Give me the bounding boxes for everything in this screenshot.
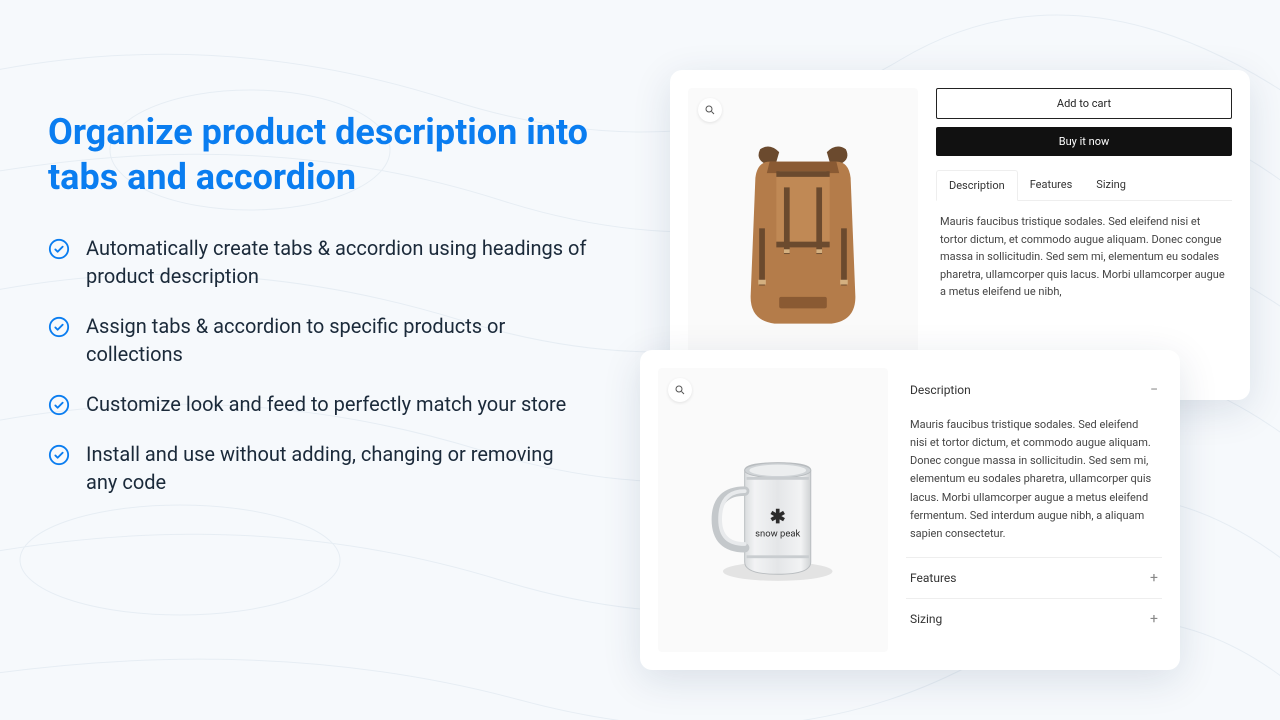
preview-area: Add to cart Buy it now Description Featu… — [630, 70, 1250, 680]
accordion-body-description: Mauris faucibus tristique sodales. Sed e… — [906, 410, 1162, 557]
accordion-title: Features — [910, 571, 956, 585]
feature-list: Automatically create tabs & accordion us… — [48, 234, 588, 496]
svg-text:✱: ✱ — [770, 505, 786, 528]
minus-icon: − — [1150, 382, 1158, 398]
feature-item: Customize look and feed to perfectly mat… — [48, 390, 588, 418]
accordion-head-description[interactable]: Description − — [906, 370, 1162, 410]
check-circle-icon — [48, 316, 70, 338]
product-image-backpack — [688, 88, 918, 382]
check-circle-icon — [48, 394, 70, 416]
tab-sizing[interactable]: Sizing — [1084, 170, 1138, 200]
feature-item: Automatically create tabs & accordion us… — [48, 234, 588, 290]
tab-description[interactable]: Description — [936, 170, 1018, 201]
feature-text: Customize look and feed to perfectly mat… — [86, 390, 566, 418]
check-circle-icon — [48, 444, 70, 466]
mug-illustration: ✱ snow peak — [688, 425, 858, 595]
buy-now-button[interactable]: Buy it now — [936, 127, 1232, 156]
check-circle-icon — [48, 238, 70, 260]
accordion-item-sizing: Sizing + — [906, 599, 1162, 639]
feature-text: Assign tabs & accordion to specific prod… — [86, 312, 588, 368]
accordion-item-features: Features + — [906, 558, 1162, 599]
feature-text: Automatically create tabs & accordion us… — [86, 234, 588, 290]
product-image-mug: ✱ snow peak — [658, 368, 888, 652]
plus-icon: + — [1150, 570, 1158, 586]
tab-features[interactable]: Features — [1018, 170, 1085, 200]
preview-card-accordion: ✱ snow peak Description − Mauris faucibu… — [640, 350, 1180, 670]
page-headline: Organize product description into tabs a… — [48, 110, 588, 200]
plus-icon: + — [1150, 611, 1158, 627]
accordion-title: Sizing — [910, 612, 942, 626]
feature-item: Install and use without adding, changing… — [48, 440, 588, 496]
tab-body-description: Mauris faucibus tristique sodales. Sed e… — [936, 201, 1232, 301]
feature-text: Install and use without adding, changing… — [86, 440, 588, 496]
mug-brand-label: snow peak — [755, 528, 800, 539]
feature-item: Assign tabs & accordion to specific prod… — [48, 312, 588, 368]
zoom-icon[interactable] — [698, 98, 722, 122]
accordion-head-features[interactable]: Features + — [906, 558, 1162, 598]
backpack-illustration — [723, 135, 883, 335]
add-to-cart-button[interactable]: Add to cart — [936, 88, 1232, 119]
zoom-icon[interactable] — [668, 378, 692, 402]
tabs-row: Description Features Sizing — [936, 170, 1232, 201]
accordion-item-description: Description − Mauris faucibus tristique … — [906, 370, 1162, 558]
accordion-title: Description — [910, 383, 971, 397]
accordion-head-sizing[interactable]: Sizing + — [906, 599, 1162, 639]
